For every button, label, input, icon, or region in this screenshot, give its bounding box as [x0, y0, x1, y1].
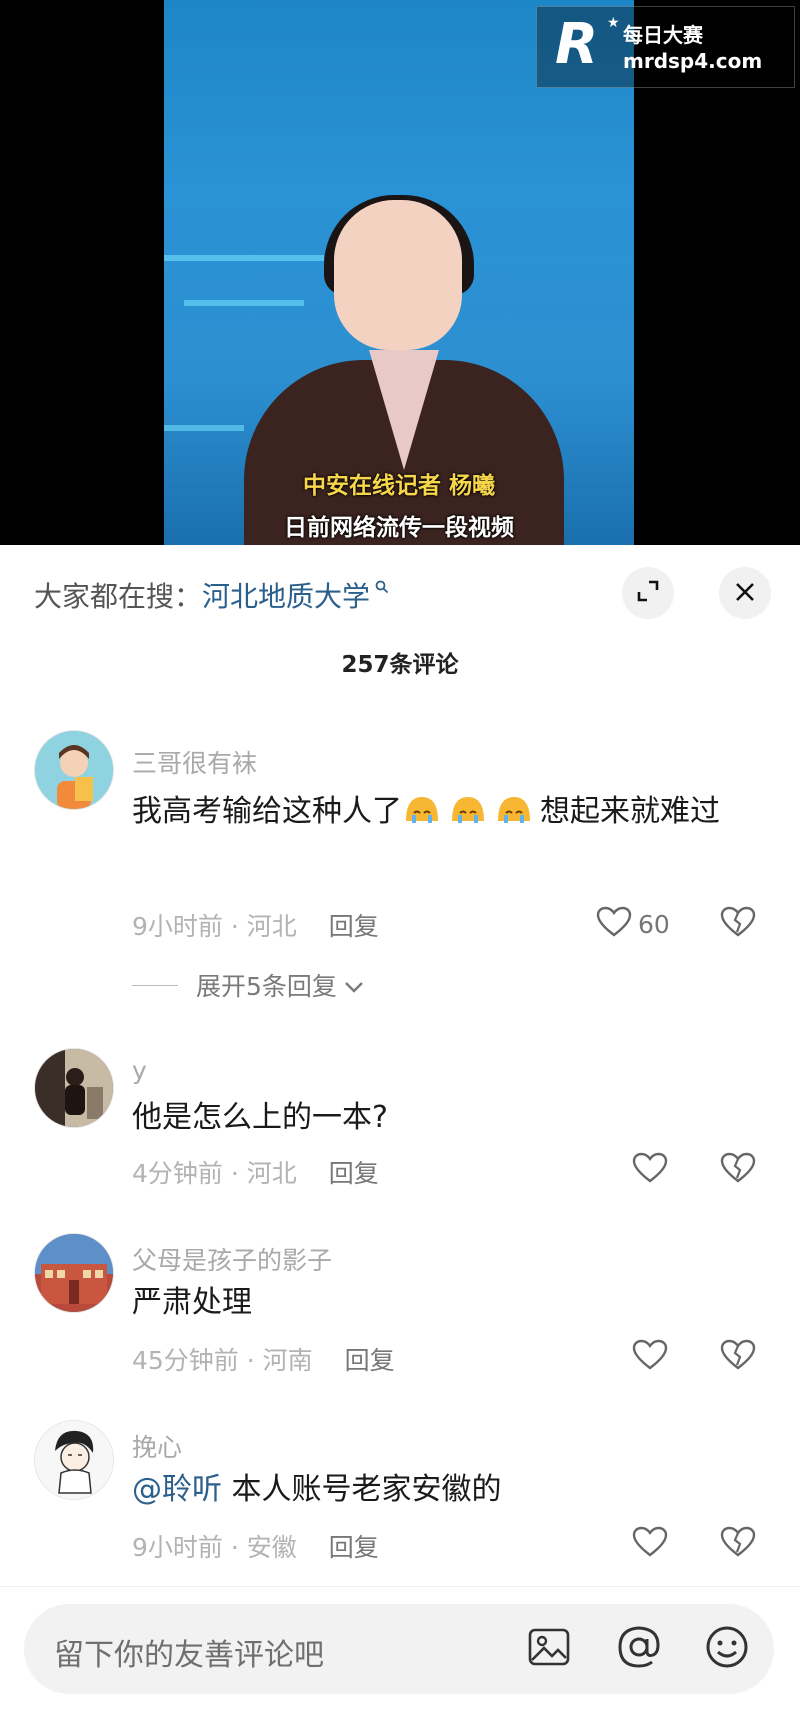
comment-username[interactable]: 挽心	[132, 1428, 182, 1464]
trending-search[interactable]: 大家都在搜：河北地质大学	[34, 575, 389, 615]
like-button[interactable]	[632, 1526, 668, 1562]
comment-input[interactable]: 留下你的友善评论吧	[54, 1630, 324, 1674]
dislike-button[interactable]	[720, 1339, 756, 1375]
comment-text-part: 本人账号老家安徽的	[222, 1472, 502, 1507]
reply-button[interactable]: 回复	[329, 1159, 379, 1188]
watermark: R ★ 每日大赛 mrdsp4.com	[536, 6, 795, 88]
comment-count: 257条评论	[341, 652, 459, 678]
background-streak	[184, 300, 304, 306]
comment-meta: 45分钟前 · 河南 回复	[132, 1341, 395, 1377]
dislike-button[interactable]	[720, 1152, 756, 1188]
trending-search-keyword[interactable]: 河北地质大学	[202, 580, 370, 613]
broken-heart-icon	[720, 1526, 756, 1562]
emoji-icon	[705, 1625, 749, 1673]
heart-icon	[596, 906, 632, 942]
comment-text: 我高考输给这种人了 想起来就难过	[132, 784, 752, 840]
image-button[interactable]	[526, 1626, 572, 1672]
comment-text: 他是怎么上的一本?	[132, 1100, 388, 1135]
comment-username[interactable]: 三哥很有袜	[132, 744, 257, 780]
search-icon	[370, 579, 389, 598]
avatar[interactable]	[34, 1420, 114, 1500]
anchor-figure-head	[334, 200, 462, 350]
comment-time-location: 9小时前 · 安徽	[132, 1533, 297, 1562]
heart-icon	[632, 1339, 668, 1375]
at-icon	[617, 1625, 661, 1673]
expand-replies-label: 展开5条回复	[196, 972, 337, 1001]
video-caption-reporter: 中安在线记者 杨曦	[302, 472, 495, 499]
watermark-logo: R	[555, 12, 599, 77]
background-streak	[164, 425, 244, 431]
comment-text-part: 我高考输给这种人了	[132, 794, 402, 829]
comment-text: @聆听 本人账号老家安徽的	[132, 1462, 752, 1518]
heart-icon	[632, 1526, 668, 1562]
video-caption-subtitle: 日前网络流传一段视频	[284, 514, 514, 541]
comment-text: 严肃处理	[132, 1285, 252, 1320]
comment-time-location: 4分钟前 · 河北	[132, 1159, 297, 1188]
comment-username[interactable]: y	[132, 1056, 147, 1085]
heart-icon	[632, 1152, 668, 1188]
like-count: 60	[638, 909, 670, 939]
reply-button[interactable]: 回复	[345, 1346, 395, 1375]
image-icon	[528, 1628, 570, 1670]
crying-emoji-icon	[448, 788, 488, 823]
dislike-button[interactable]	[720, 906, 756, 942]
comment-time-location: 45分钟前 · 河南	[132, 1346, 313, 1375]
close-button[interactable]	[719, 567, 771, 619]
expand-icon	[635, 578, 661, 608]
expand-replies-button[interactable]: 展开5条回复	[132, 967, 365, 1003]
comment-input-bar[interactable]: 留下你的友善评论吧	[24, 1604, 774, 1694]
broken-heart-icon	[720, 906, 756, 942]
watermark-url: mrdsp4.com	[623, 49, 763, 73]
crying-emoji-icon	[494, 788, 534, 823]
close-icon	[734, 576, 756, 611]
comment-time-location: 9小时前 · 河北	[132, 912, 297, 941]
broken-heart-icon	[720, 1339, 756, 1375]
comment-text-part: 想起来就难过	[540, 794, 720, 829]
background-streak	[164, 255, 324, 261]
star-icon: ★	[607, 15, 620, 31]
avatar[interactable]	[34, 1233, 114, 1313]
comment-meta: 9小时前 · 安徽 回复	[132, 1528, 379, 1564]
like-button[interactable]: 60	[596, 906, 670, 942]
avatar[interactable]	[34, 1048, 114, 1128]
watermark-brand: 每日大赛	[623, 23, 703, 47]
mention-link[interactable]: @聆听	[132, 1472, 222, 1507]
crying-emoji-icon	[402, 788, 442, 823]
divider-line	[132, 984, 178, 986]
avatar[interactable]	[34, 730, 114, 810]
like-button[interactable]	[632, 1152, 668, 1188]
comment-sheet: 大家都在搜：河北地质大学 257条评论 三哥很有袜 我高考输给这种人了 想起来就难…	[0, 545, 800, 1712]
broken-heart-icon	[720, 1152, 756, 1188]
comment-username[interactable]: 父母是孩子的影子	[132, 1241, 332, 1277]
like-button[interactable]	[632, 1339, 668, 1375]
divider	[0, 1586, 800, 1587]
comment-meta: 4分钟前 · 河北 回复	[132, 1154, 379, 1190]
chevron-down-icon	[343, 971, 365, 1000]
reply-button[interactable]: 回复	[329, 912, 379, 941]
dislike-button[interactable]	[720, 1526, 756, 1562]
video-player[interactable]: 中安在线记者 杨曦 日前网络流传一段视频 R ★ 每日大赛 mrdsp4.com	[0, 0, 800, 545]
mention-button[interactable]	[616, 1626, 662, 1672]
expand-button[interactable]	[622, 567, 674, 619]
reply-button[interactable]: 回复	[329, 1533, 379, 1562]
emoji-button[interactable]	[704, 1626, 750, 1672]
trending-search-prefix: 大家都在搜：	[34, 580, 203, 613]
comment-meta: 9小时前 · 河北 回复	[132, 907, 379, 943]
